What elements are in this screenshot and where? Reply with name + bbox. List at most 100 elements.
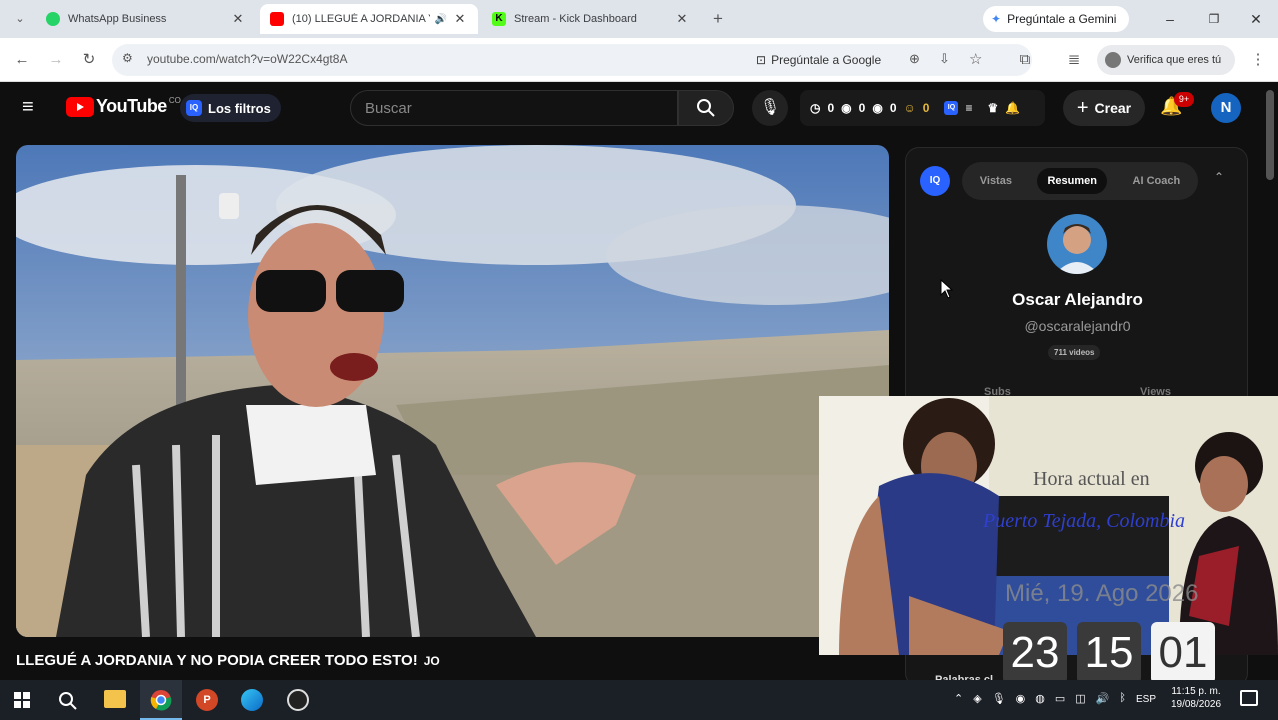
chevron-up-icon[interactable]: ⌃: [954, 692, 963, 705]
bell-small-icon[interactable]: 🔔: [1005, 101, 1020, 115]
iq-icon: IQ: [920, 166, 950, 196]
verify-button[interactable]: Verifica que eres tú: [1097, 45, 1235, 75]
extensions-icon[interactable]: ⧉: [1011, 46, 1039, 74]
plus-icon: +: [1076, 96, 1089, 119]
tab-whatsapp[interactable]: WhatsApp Business ✕: [36, 4, 256, 34]
search-input[interactable]: Buscar: [350, 90, 678, 126]
channel-avatar-image: [1055, 224, 1099, 274]
taskbar-clock[interactable]: 11:15 p. m. 19/08/2026: [1168, 686, 1224, 710]
file-explorer-icon[interactable]: [104, 690, 126, 708]
list-icon[interactable]: ≡: [965, 101, 972, 115]
windows-start-icon[interactable]: [14, 692, 30, 708]
close-tab-icon[interactable]: ✕: [674, 11, 690, 27]
obs-icon[interactable]: [287, 689, 309, 711]
microphone-icon[interactable]: 🎙: [992, 692, 1006, 705]
voice-search-button[interactable]: 🎙: [752, 90, 788, 126]
bluetooth-icon[interactable]: ᛒ: [1119, 692, 1126, 705]
new-tab-icon[interactable]: +: [704, 5, 732, 33]
clock-icon: ◷: [810, 101, 821, 115]
tab-kick[interactable]: K Stream - Kick Dashboard ✕: [482, 4, 700, 34]
country-code: CO: [168, 96, 181, 105]
install-icon[interactable]: ⇩: [939, 51, 950, 67]
whatsapp-icon: [46, 12, 60, 26]
speaker-icon[interactable]: 🔊: [430, 14, 452, 25]
profile-icon: [1105, 52, 1121, 68]
youtube-logo-text: YouTube: [96, 96, 167, 116]
notifications-button[interactable]: 🔔 9+: [1160, 92, 1194, 122]
clock-location: Puerto Tejada, Colombia: [983, 510, 1186, 532]
battery-icon[interactable]: ▭: [1055, 692, 1065, 705]
chevron-up-icon[interactable]: ⌃: [1214, 170, 1224, 184]
video-title-suffix: JO: [423, 654, 440, 668]
tab-strip: ⌄ WhatsApp Business ✕ (10) LLEGUÉ A JORD…: [0, 0, 1278, 38]
page-scrollbar[interactable]: [1266, 90, 1274, 180]
iq-icon[interactable]: IQ: [944, 101, 959, 115]
kick-icon: K: [492, 12, 506, 26]
tab-search-toolbar-icon[interactable]: ≣: [1060, 46, 1088, 74]
site-info-icon[interactable]: ⚙: [122, 51, 133, 65]
tab-search-icon[interactable]: ⌄: [6, 5, 34, 33]
avatar[interactable]: N: [1211, 93, 1241, 123]
tab-resumen[interactable]: Resumen: [1037, 168, 1108, 194]
video-count-badge: 711 videos: [1048, 345, 1101, 360]
menu-kebab-icon[interactable]: ⋮: [1244, 46, 1272, 74]
taskbar-time: 11:15 p. m.: [1171, 686, 1221, 697]
stat-value: 0: [889, 101, 897, 115]
microphone-icon: 🎙: [759, 99, 781, 116]
language-indicator[interactable]: ESP: [1136, 694, 1156, 705]
hamburger-menu-icon[interactable]: ≡: [22, 97, 44, 119]
clock-title: Hora actual en: [1033, 468, 1150, 490]
youtube-header: ≡ YouTube CO IQ Los filtros Buscar 🎙 ◷ 0 …: [0, 82, 1278, 134]
clock-date: Mié, 19. Ago 2026: [1005, 580, 1199, 607]
ask-google-button[interactable]: ⊡ Pregúntale a Google: [756, 48, 881, 72]
powerpoint-icon[interactable]: P: [196, 689, 218, 711]
video-title-text: LLEGUÉ A JORDANIA Y NO PODIA CREER TODO …: [16, 652, 418, 669]
youtube-logo[interactable]: YouTube CO: [66, 96, 181, 117]
filters-label: Los filtros: [208, 100, 271, 116]
search-button[interactable]: [678, 90, 734, 126]
network-icon[interactable]: ◫: [1075, 692, 1085, 705]
clock-minutes: 15: [1077, 622, 1141, 684]
tab-vistas[interactable]: Vistas: [970, 168, 1022, 194]
clock-hours: 23: [1003, 622, 1067, 684]
edge-icon[interactable]: [241, 689, 263, 711]
chrome-taskbar-button[interactable]: [140, 680, 182, 720]
eye-icon: ◉: [872, 101, 883, 115]
tab-ai-coach[interactable]: AI Coach: [1123, 168, 1191, 194]
taskbar-search-icon[interactable]: [58, 691, 78, 711]
gemini-icon: ✦: [991, 12, 1002, 26]
stat-value: 0: [827, 101, 835, 115]
tray-app-icon[interactable]: ◉: [1016, 692, 1026, 705]
video-player[interactable]: [16, 145, 889, 637]
tab-label: Stream - Kick Dashboard: [514, 13, 637, 25]
close-window-button[interactable]: ✕: [1242, 8, 1270, 30]
filters-button[interactable]: IQ Los filtros: [180, 94, 281, 122]
taskbar-date: 19/08/2026: [1170, 699, 1222, 710]
channel-name: Oscar Alejandro: [1012, 290, 1143, 309]
close-tab-icon[interactable]: ✕: [230, 11, 246, 27]
address-bar[interactable]: ⚙ youtube.com/watch?v=oW22Cx4gt8A ⊡ Preg…: [112, 44, 1032, 76]
gemini-button[interactable]: ✦ Pregúntale a Gemini: [983, 6, 1129, 32]
zoom-icon[interactable]: ⊕: [909, 51, 920, 67]
back-icon[interactable]: ←: [8, 46, 36, 74]
restore-button[interactable]: ❐: [1200, 8, 1228, 30]
video-frame: [16, 145, 889, 637]
search-icon: [697, 99, 715, 117]
tray-app-icon[interactable]: ◈: [973, 692, 981, 705]
verify-label: Verifica que eres tú: [1127, 54, 1222, 66]
tab-youtube[interactable]: (10) LLEGUÉ A JORDANIA Y 🔊 ✕: [260, 4, 478, 34]
iq-icon: IQ: [186, 100, 202, 116]
reload-icon[interactable]: ↻: [75, 46, 103, 74]
trophy-icon[interactable]: ♛: [987, 101, 998, 115]
minimize-button[interactable]: –: [1156, 8, 1184, 30]
forward-icon[interactable]: →: [42, 46, 70, 74]
tray-app-icon[interactable]: ◍: [1035, 692, 1045, 705]
close-tab-icon[interactable]: ✕: [452, 11, 468, 27]
volume-icon[interactable]: 🔊: [1096, 692, 1110, 705]
notification-center-icon[interactable]: [1240, 690, 1258, 706]
video-title: LLEGUÉ A JORDANIA Y NO PODIA CREER TODO …: [16, 652, 440, 669]
channel-avatar[interactable]: [1047, 214, 1107, 274]
create-button[interactable]: + Crear: [1063, 90, 1145, 126]
bookmark-star-icon[interactable]: ☆: [969, 50, 982, 68]
clock-seconds: 01: [1151, 622, 1215, 684]
